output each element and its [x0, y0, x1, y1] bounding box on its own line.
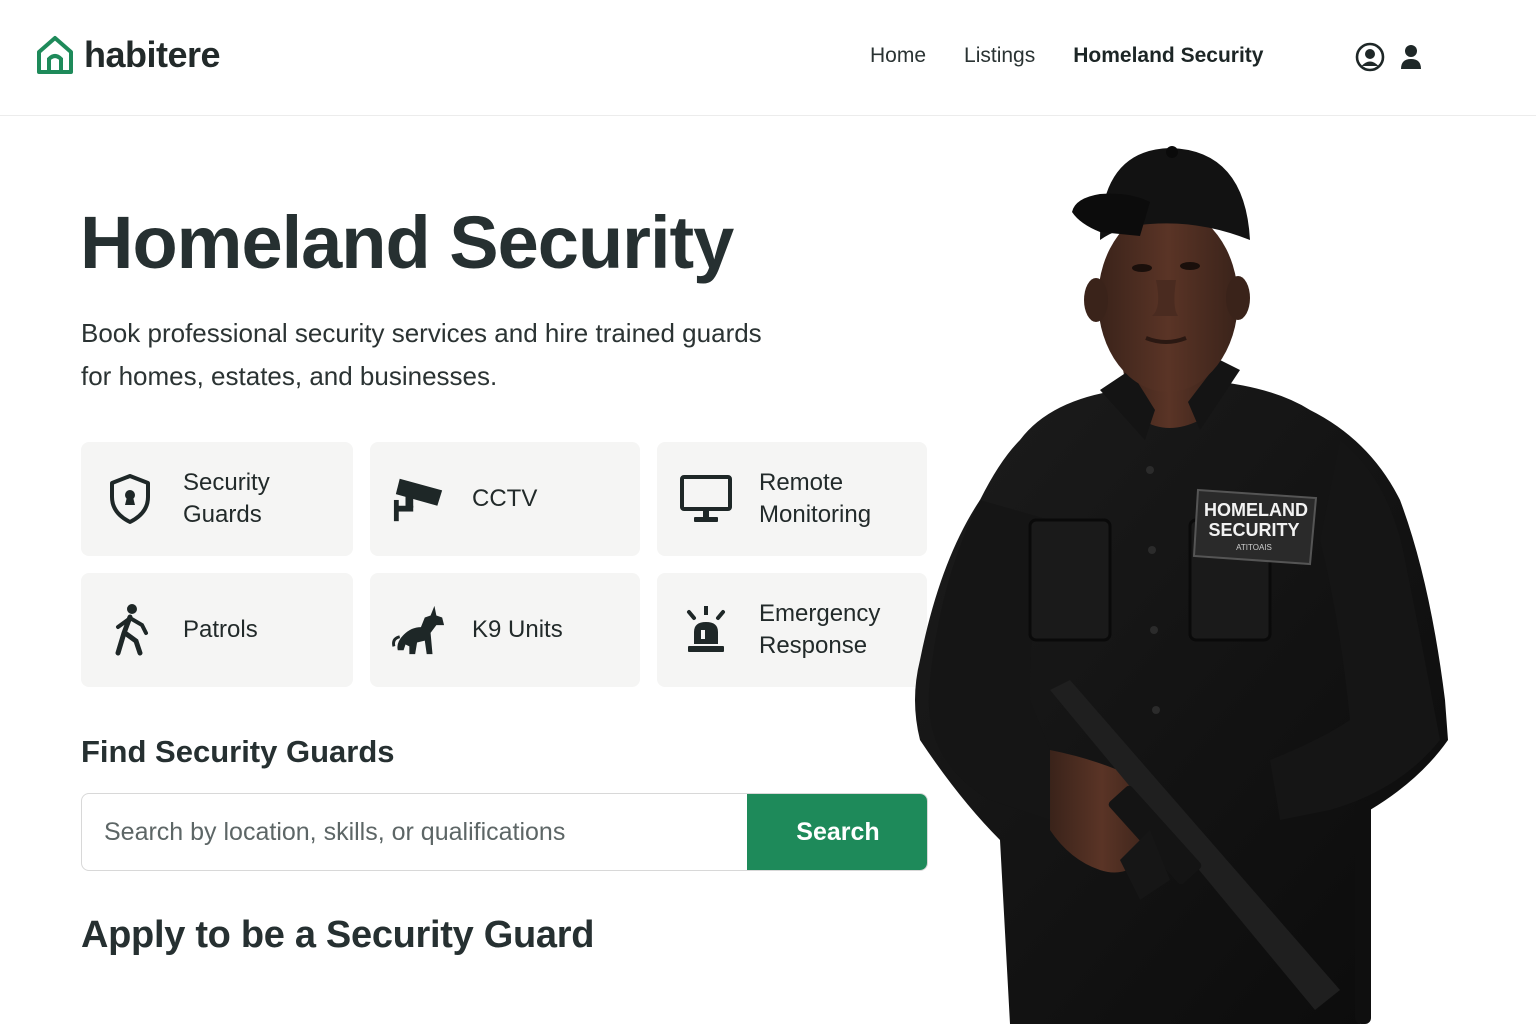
- service-tile-patrols[interactable]: Patrols: [81, 573, 353, 687]
- page-subtitle: Book professional security services and …: [81, 318, 762, 391]
- user-icon[interactable]: [1396, 42, 1426, 72]
- badge-line3: ATITOAIS: [1236, 543, 1272, 552]
- service-label: Patrols: [183, 616, 258, 643]
- walking-person-icon: [103, 603, 157, 657]
- search-input[interactable]: [82, 794, 747, 870]
- monitor-icon: [679, 472, 733, 526]
- account-circle-icon[interactable]: [1355, 42, 1385, 72]
- service-tile-k9-units[interactable]: K9 Units: [370, 573, 640, 687]
- service-label: Emergency Response: [759, 600, 881, 659]
- nav-homeland-security[interactable]: Homeland Security: [1073, 44, 1263, 68]
- badge-line2: SECURITY: [1208, 520, 1299, 540]
- search-bar: Search: [81, 793, 928, 871]
- main-nav: Home Listings Homeland Security: [870, 44, 1263, 68]
- cctv-camera-icon: [392, 472, 446, 526]
- service-tile-security-guards[interactable]: Security Guards: [81, 442, 353, 556]
- apply-heading[interactable]: Apply to be a Security Guard: [81, 914, 594, 957]
- service-label: K9 Units: [472, 616, 563, 643]
- security-guard-illustration: HOMELAND SECURITY ATITOAIS: [915, 146, 1448, 1024]
- nav-listings[interactable]: Listings: [964, 44, 1035, 68]
- service-label: Remote Monitoring: [759, 469, 872, 528]
- page-title: Homeland Security: [80, 201, 734, 284]
- nav-home[interactable]: Home: [870, 44, 926, 68]
- service-label: Security Guards: [183, 469, 270, 528]
- house-logo-icon: [37, 36, 73, 74]
- service-label: CCTV: [472, 485, 538, 512]
- siren-icon: [679, 603, 733, 657]
- service-tile-emergency-response[interactable]: Emergency Response: [657, 573, 927, 687]
- shield-icon: [103, 472, 157, 526]
- badge-line1: HOMELAND: [1204, 500, 1308, 520]
- service-tile-remote-monitoring[interactable]: Remote Monitoring: [657, 442, 927, 556]
- dog-icon: [392, 603, 446, 657]
- find-guards-heading: Find Security Guards: [81, 734, 395, 769]
- brand-logo[interactable]: habitere: [36, 34, 221, 76]
- top-navbar: habitere Home Listings Homeland Security: [0, 0, 1536, 116]
- service-tile-cctv[interactable]: CCTV: [370, 442, 640, 556]
- brand-name: habitere: [84, 34, 221, 75]
- shirt-badge: HOMELAND SECURITY ATITOAIS: [1192, 488, 1318, 566]
